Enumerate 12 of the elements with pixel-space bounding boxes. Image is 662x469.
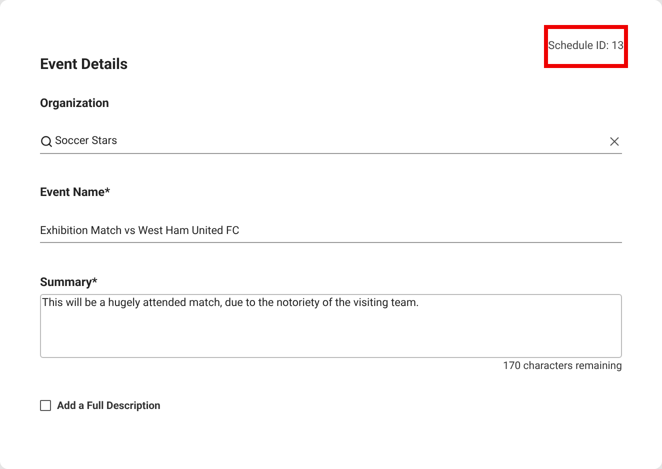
search-icon [40,134,53,148]
checkbox-label: Add a Full Description [57,398,160,414]
input-field[interactable]: Exhibition Match vs West Ham United FC [40,221,622,243]
field-label: Organization [40,95,110,112]
search-field[interactable]: Soccer Stars [55,132,607,150]
schedule-id: Schedule ID: 13 [544,25,628,68]
checkbox[interactable] [40,400,51,412]
text-area[interactable]: This will be a hugely attended match, due to the notoriety of the visiting team. [40,294,622,358]
field-label: Event Name* [40,184,112,201]
character-counter: 170 characters remaining [503,358,622,374]
field-label: Summary* [40,274,98,291]
section-title: Event Details [40,54,129,74]
